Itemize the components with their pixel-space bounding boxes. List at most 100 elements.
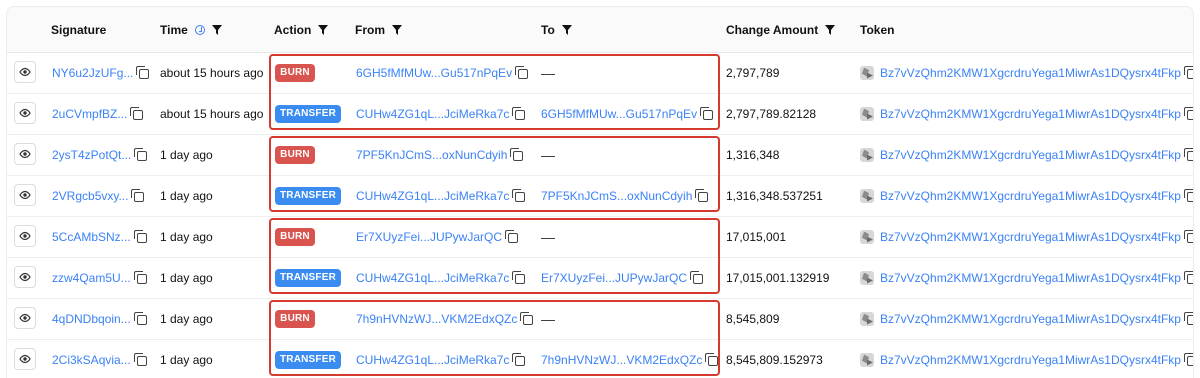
signature-link[interactable]: 2uCVmpfBZ...	[52, 107, 127, 121]
token-cell: Bz7vVzQhm2KMW1XgcrdruYega1MiwrAs1DQysrx4…	[860, 339, 1193, 378]
signature-link[interactable]: 2VRgcb5vxy...	[52, 189, 128, 203]
from-link[interactable]: CUHw4ZG1qL...JciMeRka7c	[356, 353, 509, 367]
table-row: 5CcAMbSNz... 1 day ago BURN Er7XUyzFei..…	[7, 216, 1193, 258]
amount-cell: 2,797,789.82128	[726, 106, 817, 121]
copy-icon[interactable]	[1183, 229, 1193, 243]
action-cell: BURN	[275, 134, 315, 175]
eye-icon[interactable]	[14, 266, 36, 288]
from-cell: CUHw4ZG1qL...JciMeRka7c	[356, 257, 526, 298]
eye-icon[interactable]	[14, 184, 36, 206]
copy-icon[interactable]	[136, 65, 150, 79]
token-link[interactable]: Bz7vVzQhm2KMW1XgcrdruYega1MiwrAs1DQysrx4…	[880, 353, 1181, 367]
token-link[interactable]: Bz7vVzQhm2KMW1XgcrdruYega1MiwrAs1DQysrx4…	[880, 230, 1181, 244]
from-link[interactable]: CUHw4ZG1qL...JciMeRka7c	[356, 271, 509, 285]
eye-icon[interactable]	[14, 61, 36, 83]
from-link[interactable]: CUHw4ZG1qL...JciMeRka7c	[356, 189, 509, 203]
action-cell: TRANSFER	[275, 93, 341, 134]
token-icon	[860, 270, 874, 285]
token-cell: Bz7vVzQhm2KMW1XgcrdruYega1MiwrAs1DQysrx4…	[860, 298, 1193, 339]
signature-cell: 4qDNDbqoin...	[52, 298, 147, 339]
eye-icon[interactable]	[14, 143, 36, 165]
clock-icon[interactable]	[194, 24, 205, 35]
to-link[interactable]: Er7XUyzFei...JUPywJarQC	[541, 271, 687, 285]
copy-icon[interactable]	[512, 270, 526, 284]
signature-cell: 2Ci3kSAqvia...	[52, 339, 147, 378]
filter-icon[interactable]	[561, 24, 572, 35]
to-link[interactable]: 7PF5KnJCmS...oxNunCdyih	[541, 189, 692, 203]
copy-icon[interactable]	[512, 352, 526, 366]
copy-icon[interactable]	[133, 311, 147, 325]
token-link[interactable]: Bz7vVzQhm2KMW1XgcrdruYega1MiwrAs1DQysrx4…	[880, 107, 1181, 121]
copy-icon[interactable]	[133, 352, 147, 366]
signature-cell: NY6u2JzUFg...	[52, 52, 150, 93]
signature-link[interactable]: 2ysT4zPotQt...	[52, 148, 131, 162]
copy-icon[interactable]	[1183, 311, 1193, 325]
signature-link[interactable]: 4qDNDbqoin...	[52, 312, 131, 326]
eye-icon[interactable]	[14, 307, 36, 329]
from-link[interactable]: 6GH5fMfMUw...Gu517nPqEv	[356, 66, 512, 80]
copy-icon[interactable]	[1183, 65, 1193, 79]
transfer-badge: TRANSFER	[275, 268, 341, 287]
token-cell: Bz7vVzQhm2KMW1XgcrdruYega1MiwrAs1DQysrx4…	[860, 93, 1193, 134]
to-empty: —	[541, 310, 555, 327]
copy-icon[interactable]	[1183, 188, 1193, 202]
filter-icon[interactable]	[825, 24, 836, 35]
token-link[interactable]: Bz7vVzQhm2KMW1XgcrdruYega1MiwrAs1DQysrx4…	[880, 189, 1181, 203]
copy-icon[interactable]	[1183, 106, 1193, 120]
to-link[interactable]: 7h9nHVNzWJ...VKM2EdxQZc	[541, 353, 702, 367]
copy-icon[interactable]	[520, 311, 534, 325]
amount-cell: 17,015,001	[726, 229, 787, 244]
copy-icon[interactable]	[1183, 270, 1193, 284]
copy-icon[interactable]	[133, 229, 147, 243]
filter-icon[interactable]	[318, 24, 329, 35]
to-empty: —	[541, 228, 555, 245]
from-link[interactable]: CUHw4ZG1qL...JciMeRka7c	[356, 107, 509, 121]
signature-link[interactable]: NY6u2JzUFg...	[52, 66, 133, 80]
time-cell: 1 day ago	[160, 147, 213, 162]
action-cell: BURN	[275, 216, 315, 257]
token-link[interactable]: Bz7vVzQhm2KMW1XgcrdruYega1MiwrAs1DQysrx4…	[880, 66, 1181, 80]
token-cell: Bz7vVzQhm2KMW1XgcrdruYega1MiwrAs1DQysrx4…	[860, 175, 1193, 216]
copy-icon[interactable]	[512, 106, 526, 120]
filter-icon[interactable]	[392, 24, 402, 35]
token-link[interactable]: Bz7vVzQhm2KMW1XgcrdruYega1MiwrAs1DQysrx4…	[880, 148, 1181, 162]
eye-icon[interactable]	[14, 102, 36, 124]
token-link[interactable]: Bz7vVzQhm2KMW1XgcrdruYega1MiwrAs1DQysrx4…	[880, 312, 1181, 326]
signature-link[interactable]: 5CcAMbSNz...	[52, 230, 131, 244]
copy-icon[interactable]	[1183, 352, 1193, 366]
from-link[interactable]: Er7XUyzFei...JUPywJarQC	[356, 230, 502, 244]
eye-icon[interactable]	[14, 225, 36, 247]
copy-icon[interactable]	[1183, 147, 1193, 161]
copy-icon[interactable]	[131, 188, 145, 202]
token-link[interactable]: Bz7vVzQhm2KMW1XgcrdruYega1MiwrAs1DQysrx4…	[880, 271, 1181, 285]
to-link[interactable]: 6GH5fMfMUw...Gu517nPqEv	[541, 107, 697, 121]
copy-icon[interactable]	[695, 188, 709, 202]
from-link[interactable]: 7h9nHVNzWJ...VKM2EdxQZc	[356, 312, 517, 326]
copy-icon[interactable]	[512, 188, 526, 202]
header-token: Token	[860, 22, 895, 37]
transfer-badge: TRANSFER	[275, 350, 341, 369]
copy-icon[interactable]	[690, 270, 704, 284]
copy-icon[interactable]	[505, 229, 519, 243]
copy-icon[interactable]	[515, 65, 529, 79]
copy-icon[interactable]	[700, 106, 714, 120]
to-empty: —	[541, 146, 555, 163]
from-cell: CUHw4ZG1qL...JciMeRka7c	[356, 93, 526, 134]
from-link[interactable]: 7PF5KnJCmS...oxNunCdyih	[356, 148, 507, 162]
header-time: Time	[160, 7, 222, 52]
table-row: zzw4Qam5U... 1 day ago TRANSFER CUHw4ZG1…	[7, 257, 1193, 299]
copy-icon[interactable]	[510, 147, 524, 161]
copy-icon[interactable]	[134, 147, 148, 161]
eye-icon[interactable]	[14, 348, 36, 370]
copy-icon[interactable]	[133, 270, 147, 284]
action-cell: TRANSFER	[275, 175, 341, 216]
time-cell: 1 day ago	[160, 270, 213, 285]
signature-link[interactable]: zzw4Qam5U...	[52, 271, 131, 285]
header-from: From	[355, 7, 402, 52]
filter-icon[interactable]	[211, 24, 222, 35]
copy-icon[interactable]	[705, 352, 719, 366]
signature-link[interactable]: 2Ci3kSAqvia...	[52, 353, 131, 367]
token-icon	[860, 311, 874, 326]
copy-icon[interactable]	[130, 106, 144, 120]
time-cell: 1 day ago	[160, 311, 213, 326]
